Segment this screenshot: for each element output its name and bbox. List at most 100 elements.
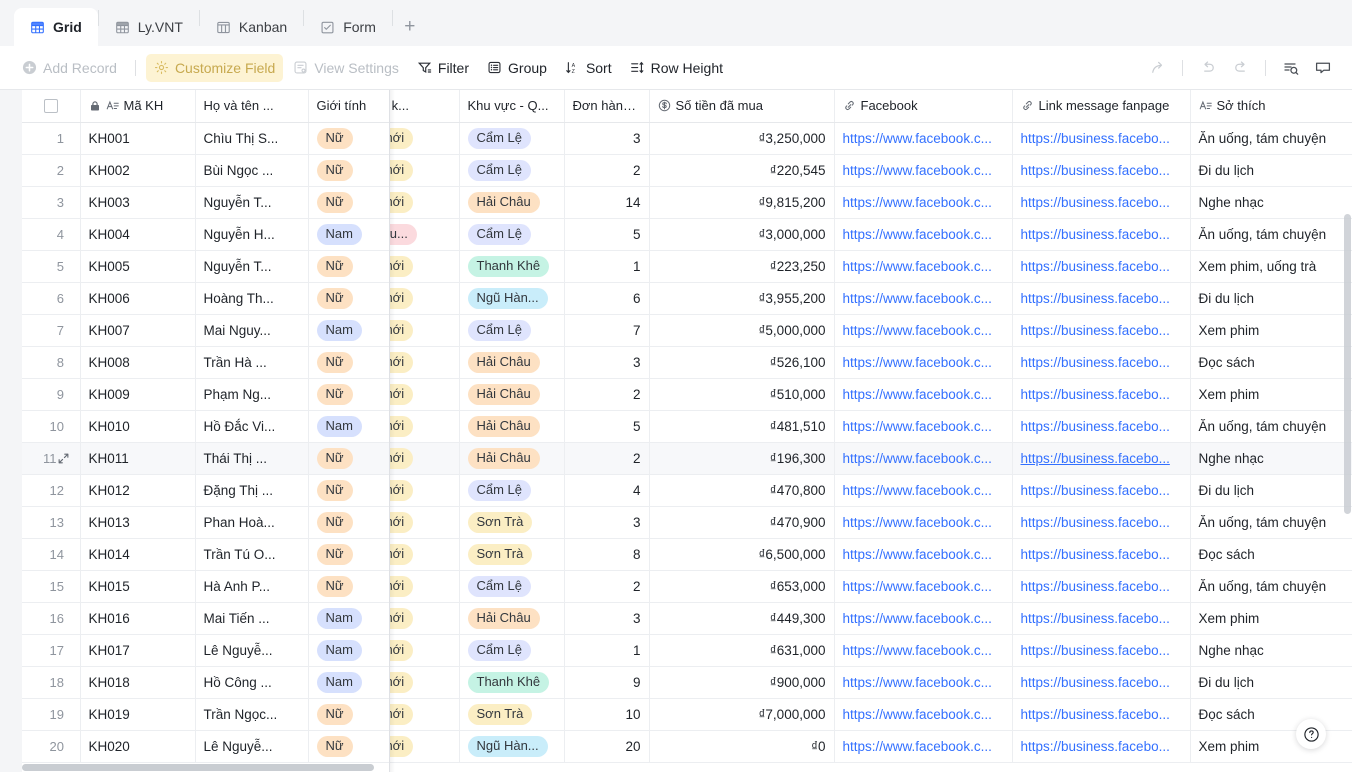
- cell-nhom-khach[interactable]: ch mới: [389, 570, 460, 603]
- cell-ho-va-ten[interactable]: Thái Thị ...: [195, 442, 309, 475]
- sort-button[interactable]: A Z Sort: [557, 54, 620, 82]
- cell-don-hang[interactable]: 8: [564, 538, 650, 571]
- cell-ma-kh[interactable]: KH002: [80, 154, 196, 187]
- cell-ho-va-ten[interactable]: Mai Nguy...: [195, 314, 309, 347]
- cell-so-tien-da-mua[interactable]: ₫481,510: [649, 410, 835, 443]
- row-number-cell[interactable]: 6: [22, 282, 81, 315]
- cell-don-hang[interactable]: 6: [564, 282, 650, 315]
- cell-link-message-fanpage[interactable]: https://business.facebo...: [1012, 154, 1191, 187]
- table-row[interactable]: 10 KH010 Hồ Đắc Vi... Nam ch mới Hải Châ…: [22, 410, 1352, 443]
- select-all-checkbox[interactable]: [44, 98, 58, 113]
- row-number-cell[interactable]: 5: [22, 250, 81, 283]
- cell-don-hang[interactable]: 1: [564, 634, 650, 667]
- cell-so-tien-da-mua[interactable]: ₫196,300: [649, 442, 835, 475]
- table-row[interactable]: 13 KH013 Phan Hoà... Nữ ch mới Sơn Trà 3…: [22, 506, 1352, 539]
- tab-kanban[interactable]: Kanban: [200, 8, 303, 46]
- cell-so-tien-da-mua[interactable]: ₫6,500,000: [649, 538, 835, 571]
- row-number-cell[interactable]: 9: [22, 378, 81, 411]
- cell-facebook[interactable]: https://www.facebook.c...: [834, 730, 1013, 763]
- cell-don-hang[interactable]: 4: [564, 474, 650, 507]
- cell-khu-vuc[interactable]: Hải Châu: [459, 378, 565, 411]
- cell-nhom-khach[interactable]: ch mới: [389, 506, 460, 539]
- cell-khu-vuc[interactable]: Cẩm Lệ: [459, 218, 565, 251]
- cell-ma-kh[interactable]: KH010: [80, 410, 196, 443]
- cell-link-message-fanpage[interactable]: https://business.facebo...: [1012, 346, 1191, 379]
- cell-link-message-fanpage[interactable]: https://business.facebo...: [1012, 666, 1191, 699]
- cell-nhom-khach[interactable]: ch mới: [389, 538, 460, 571]
- cell-gioi-tinh[interactable]: Nữ: [308, 378, 390, 411]
- cell-ma-kh[interactable]: KH013: [80, 506, 196, 539]
- cell-so-tien-da-mua[interactable]: ₫653,000: [649, 570, 835, 603]
- cell-khu-vuc[interactable]: Thanh Khê: [459, 250, 565, 283]
- cell-nhom-khach[interactable]: ch mới: [389, 314, 460, 347]
- column-header-link-message-fanpage[interactable]: Link message fanpage: [1012, 90, 1191, 123]
- table-row[interactable]: 18 KH018 Hồ Công ... Nam ch mới Thanh Kh…: [22, 666, 1352, 699]
- cell-link-message-fanpage[interactable]: https://business.facebo...: [1012, 602, 1191, 635]
- column-header-so-tien-da-mua[interactable]: Số tiền đã mua: [649, 90, 835, 123]
- table-row[interactable]: 5 KH005 Nguyễn T... Nữ ch mới Thanh Khê …: [22, 250, 1352, 283]
- cell-khu-vuc[interactable]: Cẩm Lệ: [459, 474, 565, 507]
- column-header-nhom-khach[interactable]: nhóm k...: [389, 90, 460, 123]
- cell-so-thich[interactable]: Xem phim: [1190, 314, 1352, 347]
- row-number-cell[interactable]: 12: [22, 474, 81, 507]
- select-all-header[interactable]: [22, 90, 81, 123]
- cell-facebook[interactable]: https://www.facebook.c...: [834, 570, 1013, 603]
- cell-ma-kh[interactable]: KH007: [80, 314, 196, 347]
- cell-facebook[interactable]: https://www.facebook.c...: [834, 314, 1013, 347]
- cell-link-message-fanpage[interactable]: https://business.facebo...: [1012, 698, 1191, 731]
- cell-so-thich[interactable]: Ăn uống, tám chuyện: [1190, 570, 1352, 603]
- cell-link-message-fanpage[interactable]: https://business.facebo...: [1012, 410, 1191, 443]
- cell-ma-kh[interactable]: KH004: [80, 218, 196, 251]
- search-rows-icon[interactable]: [1276, 54, 1306, 82]
- cell-link-message-fanpage[interactable]: https://business.facebo...: [1012, 282, 1191, 315]
- cell-gioi-tinh[interactable]: Nữ: [308, 122, 390, 155]
- cell-link-message-fanpage[interactable]: https://business.facebo...: [1012, 634, 1191, 667]
- cell-ho-va-ten[interactable]: Nguyễn H...: [195, 218, 309, 251]
- table-row[interactable]: 6 KH006 Hoàng Th... Nữ ch mới Ngũ Hàn...…: [22, 282, 1352, 315]
- cell-link-message-fanpage[interactable]: https://business.facebo...: [1012, 474, 1191, 507]
- cell-facebook[interactable]: https://www.facebook.c...: [834, 442, 1013, 475]
- expand-record-icon[interactable]: [57, 452, 70, 465]
- cell-gioi-tinh[interactable]: Nữ: [308, 570, 390, 603]
- cell-don-hang[interactable]: 5: [564, 218, 650, 251]
- cell-khu-vuc[interactable]: Cẩm Lệ: [459, 314, 565, 347]
- cell-ho-va-ten[interactable]: Lê Nguyễ...: [195, 730, 309, 763]
- cell-gioi-tinh[interactable]: Nữ: [308, 154, 390, 187]
- row-number-cell[interactable]: 8: [22, 346, 81, 379]
- add-view-button[interactable]: +: [393, 8, 427, 46]
- cell-nhom-khach[interactable]: ch mới: [389, 282, 460, 315]
- cell-don-hang[interactable]: 2: [564, 442, 650, 475]
- cell-ho-va-ten[interactable]: Lê Nguyễ...: [195, 634, 309, 667]
- cell-khu-vuc[interactable]: Cẩm Lệ: [459, 122, 565, 155]
- cell-ho-va-ten[interactable]: Đặng Thị ...: [195, 474, 309, 507]
- cell-so-thich[interactable]: Xem phim: [1190, 730, 1352, 763]
- cell-ma-kh[interactable]: KH015: [80, 570, 196, 603]
- cell-nhom-khach[interactable]: ch mới: [389, 154, 460, 187]
- cell-khu-vuc[interactable]: Hải Châu: [459, 346, 565, 379]
- cell-link-message-fanpage[interactable]: https://business.facebo...: [1012, 730, 1191, 763]
- cell-so-thich[interactable]: Nghe nhạc: [1190, 186, 1352, 219]
- cell-gioi-tinh[interactable]: Nữ: [308, 186, 390, 219]
- cell-link-message-fanpage[interactable]: https://business.facebo...: [1012, 570, 1191, 603]
- tab-ly-vnt[interactable]: Ly.VNT: [99, 8, 199, 46]
- cell-ma-kh[interactable]: KH008: [80, 346, 196, 379]
- cell-gioi-tinh[interactable]: Nữ: [308, 346, 390, 379]
- cell-nhom-khach[interactable]: ch mới: [389, 474, 460, 507]
- cell-gioi-tinh[interactable]: Nam: [308, 666, 390, 699]
- cell-gioi-tinh[interactable]: Nam: [308, 634, 390, 667]
- cell-nhom-khach[interactable]: ch mới: [389, 634, 460, 667]
- cell-so-thich[interactable]: Đi du lịch: [1190, 154, 1352, 187]
- cell-so-tien-da-mua[interactable]: ₫3,250,000: [649, 122, 835, 155]
- cell-so-tien-da-mua[interactable]: ₫449,300: [649, 602, 835, 635]
- row-number-cell[interactable]: 16: [22, 602, 81, 635]
- cell-ho-va-ten[interactable]: Nguyễn T...: [195, 250, 309, 283]
- cell-khu-vuc[interactable]: Sơn Trà: [459, 506, 565, 539]
- cell-facebook[interactable]: https://www.facebook.c...: [834, 378, 1013, 411]
- table-row[interactable]: 19 KH019 Trần Ngọc... Nữ ch mới Sơn Trà …: [22, 698, 1352, 731]
- cell-so-thich[interactable]: Nghe nhạc: [1190, 634, 1352, 667]
- cell-ho-va-ten[interactable]: Trần Tú O...: [195, 538, 309, 571]
- cell-don-hang[interactable]: 7: [564, 314, 650, 347]
- cell-gioi-tinh[interactable]: Nữ: [308, 442, 390, 475]
- cell-so-thich[interactable]: Ăn uống, tám chuyện: [1190, 410, 1352, 443]
- cell-facebook[interactable]: https://www.facebook.c...: [834, 410, 1013, 443]
